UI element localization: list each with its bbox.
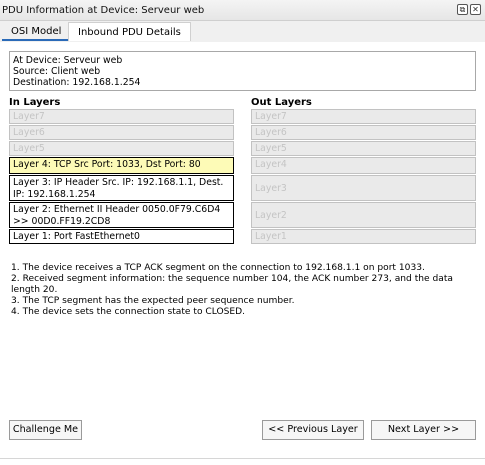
restore-icon[interactable]: ⧉: [457, 4, 468, 15]
destination-line: Destination: 192.168.1.254: [13, 77, 141, 89]
out-layer-7: Layer7: [251, 109, 476, 124]
window-title: PDU Information at Device: Serveur web: [2, 5, 205, 16]
out-layer-4: Layer4: [251, 157, 476, 174]
out-layer-1: Layer1: [251, 229, 476, 244]
out-layer-2: Layer2: [251, 202, 476, 228]
in-layers-heading: In Layers: [9, 97, 61, 108]
challenge-me-button[interactable]: Challenge Me: [9, 420, 82, 440]
tab-inbound-pdu-details[interactable]: Inbound PDU Details: [68, 22, 191, 41]
description-line: 4. The device sets the connection state …: [11, 307, 246, 317]
title-bar: PDU Information at Device: Serveur web ⧉…: [0, 0, 485, 21]
in-layer-5: Layer5: [9, 141, 234, 156]
previous-layer-button[interactable]: << Previous Layer: [262, 420, 364, 440]
in-layer-4[interactable]: Layer 4: TCP Src Port: 1033, Dst Port: 8…: [9, 157, 234, 174]
tab-osi-model[interactable]: OSI Model: [2, 22, 71, 41]
next-layer-button[interactable]: Next Layer >>: [371, 420, 476, 440]
out-layer-5: Layer5: [251, 141, 476, 156]
source-line: Source: Client web: [13, 66, 101, 78]
out-layers-heading: Out Layers: [251, 97, 312, 108]
description-line: 2. Received segment information: the seq…: [11, 274, 453, 295]
device-info-box: At Device: Serveur web Source: Client we…: [9, 51, 476, 91]
in-layer-2[interactable]: Layer 2: Ethernet II Header 0050.0F79.C6…: [9, 202, 234, 228]
out-layer-3: Layer3: [251, 175, 476, 201]
layer-description: 1. The device receives a TCP ACK segment…: [11, 263, 479, 318]
status-bar: [0, 458, 485, 465]
close-icon[interactable]: ✕: [470, 4, 481, 15]
in-layer-7: Layer7: [9, 109, 234, 124]
device-line: At Device: Serveur web: [13, 55, 123, 66]
out-layer-6: Layer6: [251, 125, 476, 140]
description-line: 3. The TCP segment has the expected peer…: [11, 296, 295, 306]
window-controls: ⧉ ✕: [457, 4, 481, 15]
description-line: 1. The device receives a TCP ACK segment…: [11, 263, 425, 273]
in-layer-1[interactable]: Layer 1: Port FastEthernet0: [9, 229, 234, 244]
in-layer-6: Layer6: [9, 125, 234, 140]
tab-bar: OSI Model Inbound PDU Details: [0, 21, 485, 42]
in-layer-3[interactable]: Layer 3: IP Header Src. IP: 192.168.1.1,…: [9, 175, 234, 201]
